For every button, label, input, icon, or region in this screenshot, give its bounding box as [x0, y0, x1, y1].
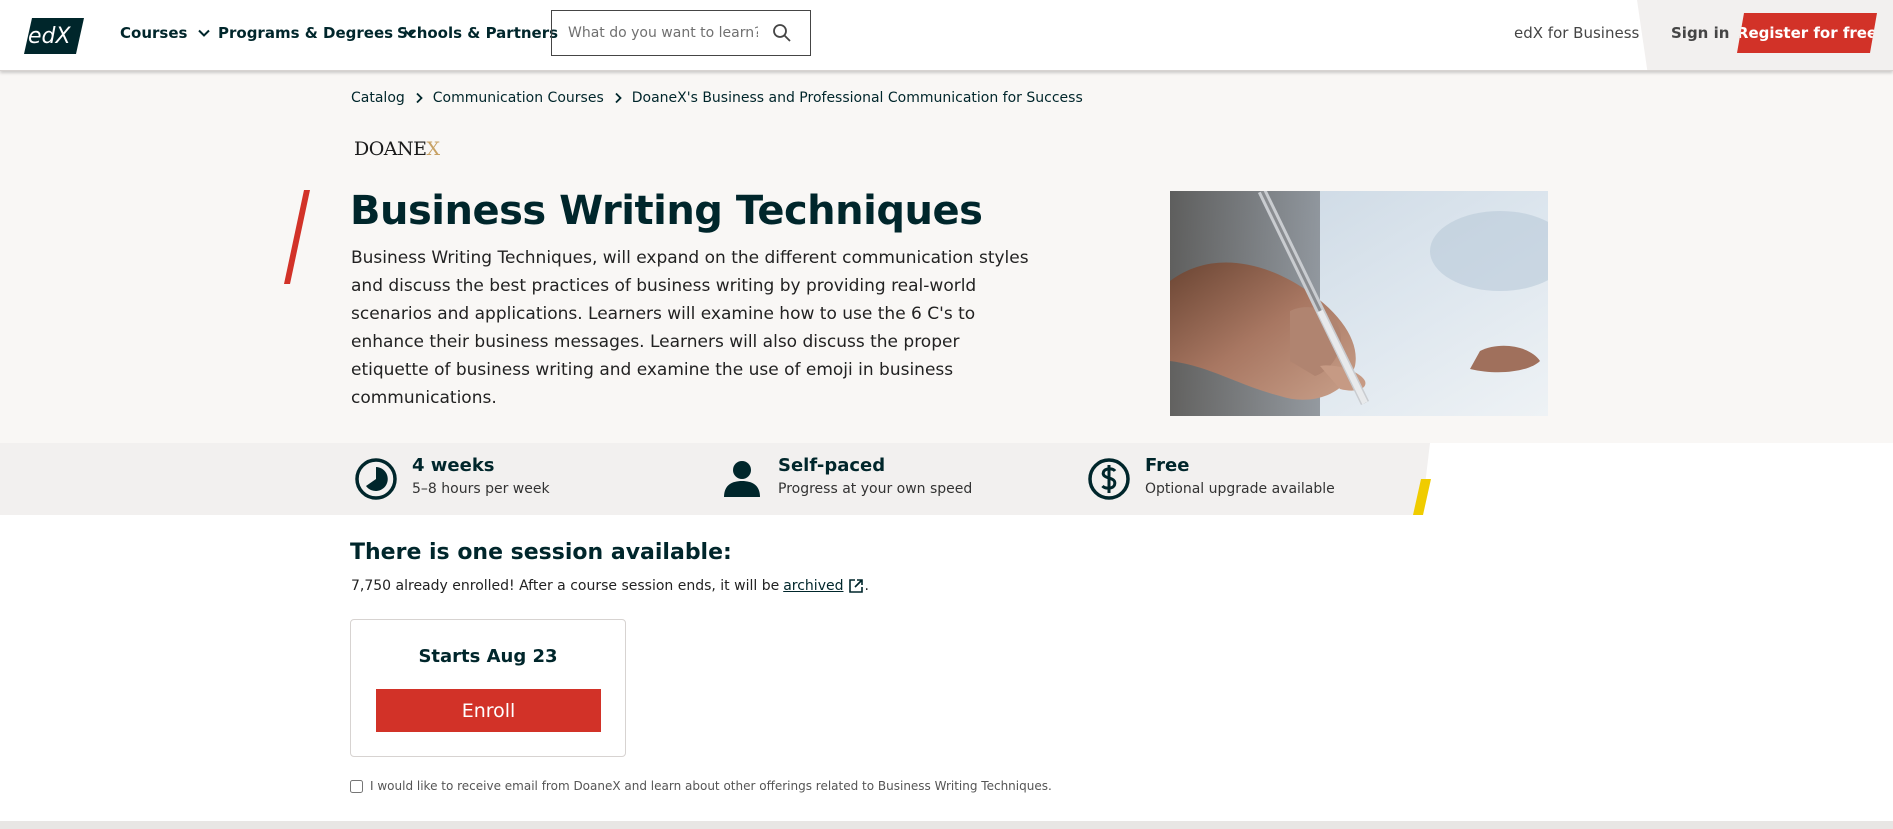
register-button[interactable]: Register for free	[1737, 13, 1877, 53]
course-description: Business Writing Techniques, will expand…	[351, 248, 1029, 408]
archived-link[interactable]: archived	[783, 578, 843, 594]
nav-courses-label: Courses	[120, 24, 188, 42]
edx-logo[interactable]: edX	[24, 18, 84, 54]
breadcrumb: Catalog Communication Courses DoaneX's B…	[351, 90, 1083, 106]
stat-price-title: Free	[1145, 455, 1190, 476]
enrolled-text: 7,750 already enrolled! After a course s…	[351, 578, 780, 594]
edx-for-business-link[interactable]: edX for Business	[1514, 24, 1639, 42]
nav-schools-label: Schools & Partners	[397, 24, 559, 42]
enrollment-note: 7,750 already enrolled! After a course s…	[351, 578, 869, 594]
email-optin[interactable]: I would like to receive email from Doane…	[350, 779, 1052, 793]
external-link-icon[interactable]	[848, 578, 864, 594]
course-title: Business Writing Techniques	[350, 188, 983, 234]
breadcrumb-current[interactable]: DoaneX's Business and Professional Commu…	[632, 90, 1083, 106]
chevron-right-icon	[615, 92, 622, 104]
stat-duration-title: 4 weeks	[412, 455, 495, 476]
decorative-yellow-slash	[1413, 479, 1431, 515]
dollar-icon	[1088, 458, 1130, 500]
top-navigation: edX Courses Programs & Degrees Schools &…	[0, 0, 1893, 71]
chevron-right-icon	[416, 92, 423, 104]
session-heading: There is one session available:	[350, 540, 732, 565]
nav-schools[interactable]: Schools & Partners	[397, 24, 558, 42]
session-card: Starts Aug 23 Enroll	[350, 619, 626, 757]
session-start-date: Starts Aug 23	[418, 646, 558, 667]
enroll-button[interactable]: Enroll	[376, 689, 601, 732]
footer-edge	[0, 821, 1893, 829]
clock-icon	[355, 458, 397, 500]
person-icon	[724, 461, 760, 497]
enrolled-trailing: .	[864, 578, 869, 594]
search-icon[interactable]	[772, 23, 792, 43]
breadcrumb-catalog[interactable]: Catalog	[351, 90, 405, 106]
stat-pacing: Self-paced Progress at your own speed	[720, 455, 972, 501]
stat-pacing-title: Self-paced	[778, 455, 886, 476]
breadcrumb-communication[interactable]: Communication Courses	[433, 90, 604, 106]
email-optin-checkbox[interactable]	[350, 779, 363, 793]
course-image	[1170, 191, 1548, 416]
search-input[interactable]	[568, 25, 758, 41]
stat-duration: 4 weeks 5–8 hours per week	[354, 455, 550, 501]
chevron-down-icon	[198, 29, 211, 37]
doanex-logo[interactable]: DOANEX	[354, 138, 440, 160]
email-optin-label: I would like to receive email from Doane…	[370, 779, 1052, 793]
stat-price-sub: Optional upgrade available	[1145, 481, 1335, 497]
stat-pacing-sub: Progress at your own speed	[778, 481, 973, 497]
sign-in-link[interactable]: Sign in	[1671, 24, 1729, 42]
nav-courses[interactable]: Courses	[120, 24, 211, 42]
stat-price: Free Optional upgrade available	[1087, 455, 1335, 501]
search-box	[551, 10, 811, 56]
decorative-red-slash	[284, 190, 310, 284]
svg-text:edX: edX	[28, 24, 72, 49]
stat-duration-sub: 5–8 hours per week	[412, 481, 550, 497]
nav-programs-label: Programs & Degrees	[218, 24, 394, 42]
nav-programs[interactable]: Programs & Degrees	[218, 24, 417, 42]
